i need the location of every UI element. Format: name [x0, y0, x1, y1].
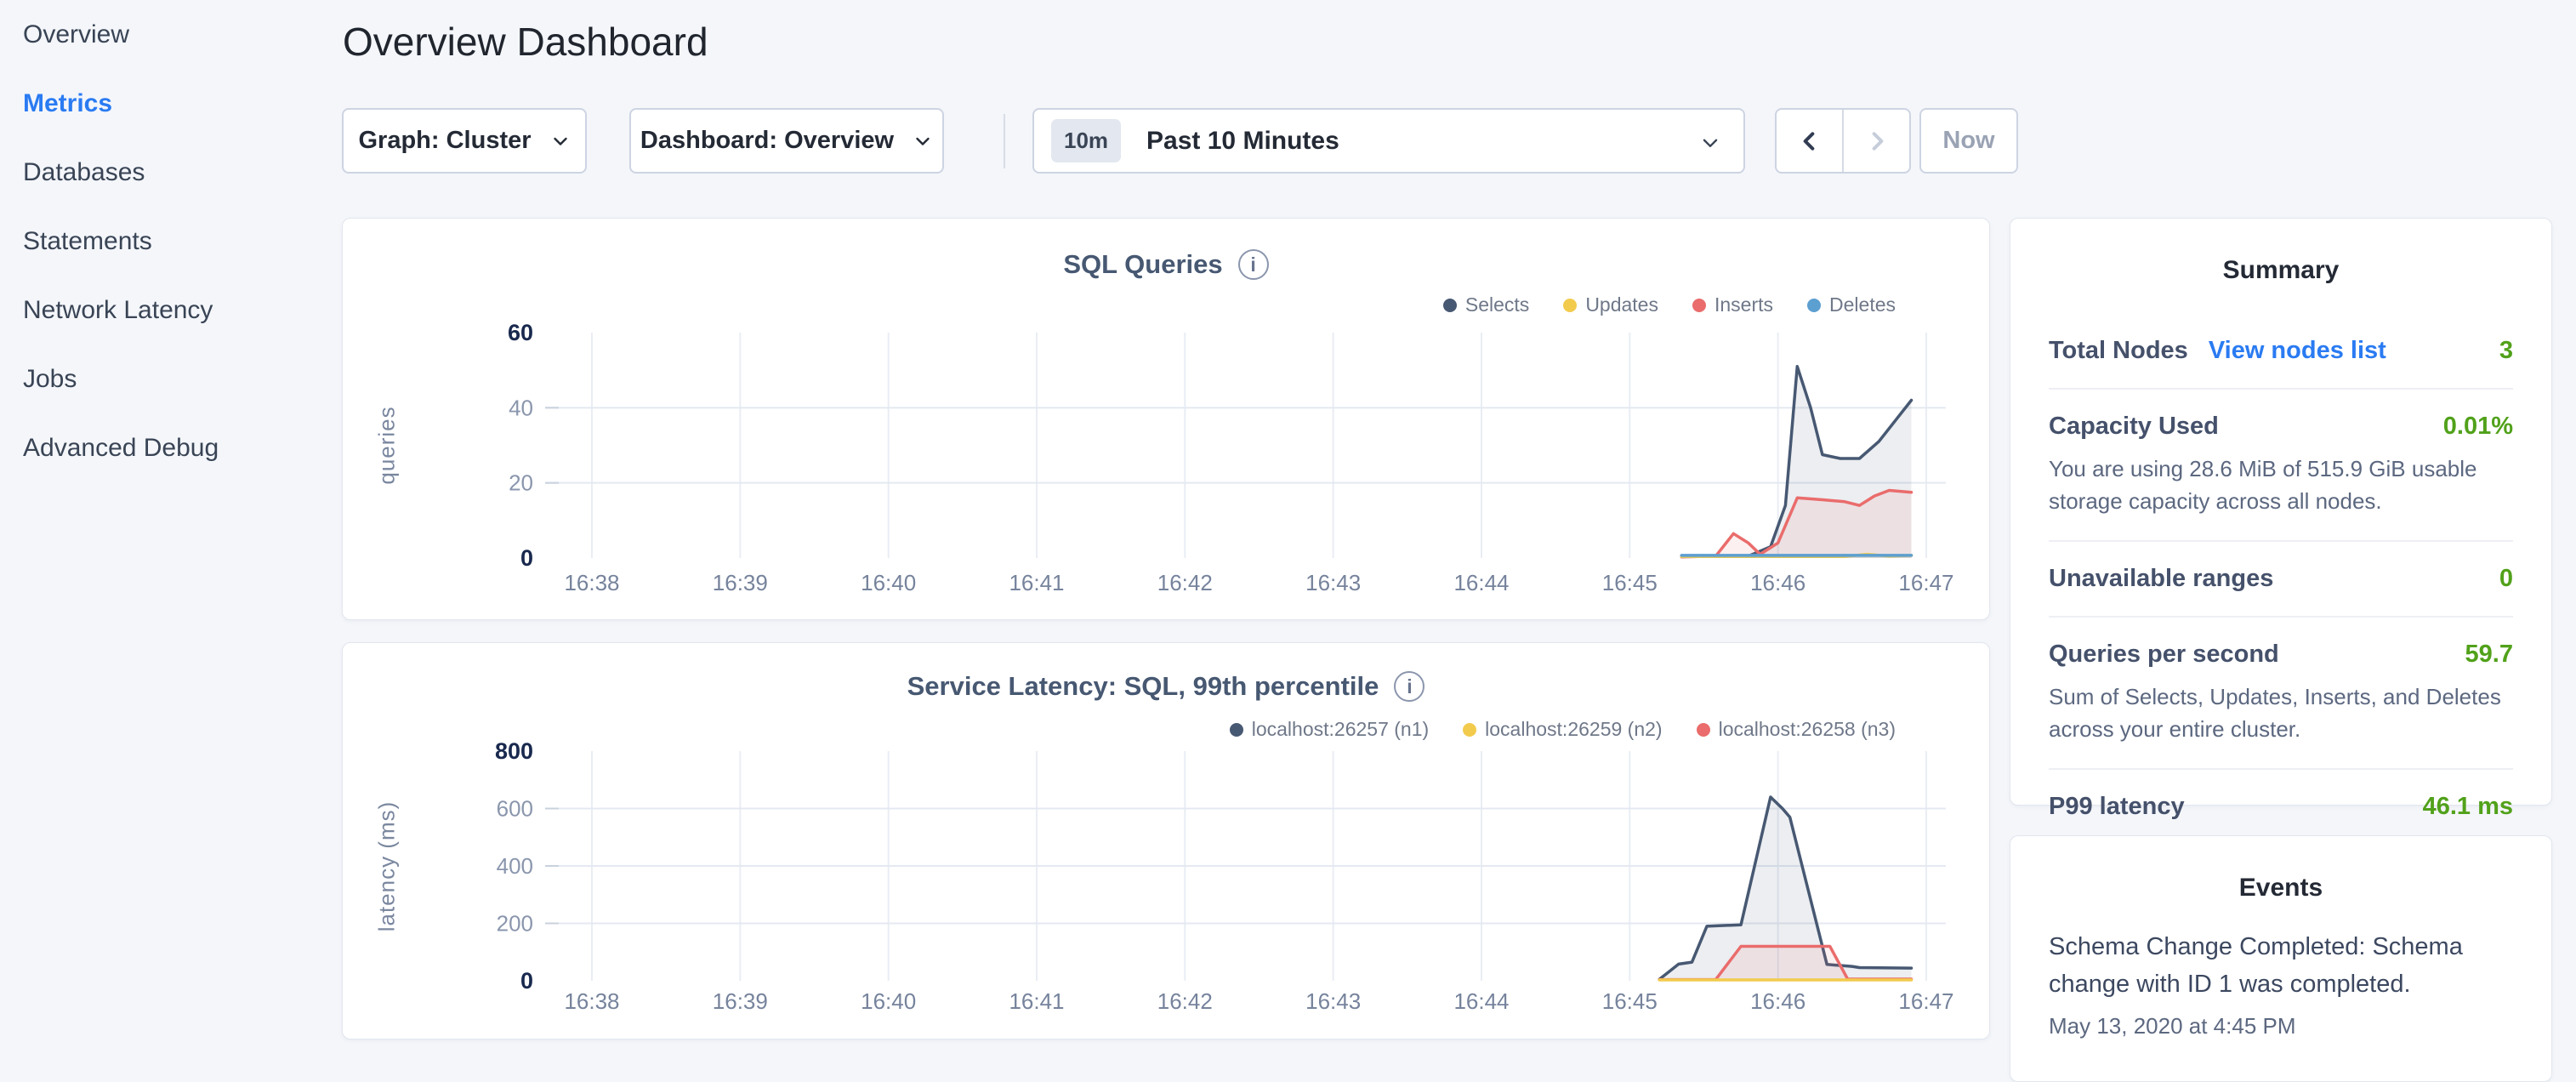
service-latency-chart-card: Service Latency: SQL, 99th percentilei l…: [342, 642, 1990, 1039]
svg-text:16:43: 16:43: [1305, 570, 1361, 595]
sidebar: Overview Metrics Databases Statements Ne…: [0, 0, 342, 482]
chevron-down-icon: [913, 131, 933, 151]
time-forward-button[interactable]: [1842, 110, 1909, 172]
time-window-label: Past 10 Minutes: [1146, 127, 1339, 156]
now-button[interactable]: Now: [1919, 108, 2018, 174]
chevron-left-icon: [1796, 128, 1823, 155]
svg-text:800: 800: [495, 738, 533, 764]
time-window-dropdown[interactable]: 10m Past 10 Minutes: [1032, 108, 1745, 174]
controls-divider: [1004, 114, 1005, 168]
svg-text:400: 400: [497, 853, 533, 879]
summary-row-p99-latency: P99 latency 46.1 ms: [2049, 770, 2513, 844]
summary-row-queries-per-second: Queries per second 59.7 Sum of Selects, …: [2049, 618, 2513, 770]
time-backward-button[interactable]: [1777, 110, 1842, 172]
summary-row-total-nodes: Total Nodes View nodes list 3: [2049, 314, 2513, 390]
graph-scope-dropdown[interactable]: Graph: Cluster: [342, 108, 587, 174]
events-panel: Events Schema Change Completed: Schema c…: [2010, 835, 2552, 1082]
summary-value: 3: [2499, 337, 2513, 365]
legend-dot-icon: [1463, 723, 1476, 737]
svg-text:16:39: 16:39: [713, 988, 768, 1014]
summary-description: You are using 28.6 MiB of 515.9 GiB usab…: [2049, 453, 2513, 517]
legend-dot-icon: [1697, 723, 1710, 737]
page-title: Overview Dashboard: [343, 19, 708, 65]
sidebar-item-statements[interactable]: Statements: [0, 207, 342, 276]
sql-queries-plot: 0 20 40 60 16:38 16:39 16:40 16:41 16:42 16:43 16:…: [343, 312, 1991, 606]
summary-panel: Summary Total Nodes View nodes list 3 Ca…: [2010, 218, 2552, 806]
view-nodes-list-link[interactable]: View nodes list: [2209, 337, 2386, 365]
svg-text:16:44: 16:44: [1453, 570, 1509, 595]
legend-dot-icon: [1563, 299, 1577, 312]
svg-text:40: 40: [509, 395, 533, 420]
svg-text:16:47: 16:47: [1898, 988, 1953, 1014]
svg-text:0: 0: [520, 545, 533, 571]
controls-bar: Graph: Cluster Dashboard: Overview 10m P…: [342, 108, 2018, 174]
svg-text:16:40: 16:40: [861, 570, 916, 595]
time-window-badge: 10m: [1051, 119, 1121, 162]
legend-dot-icon: [1443, 299, 1457, 312]
svg-text:16:45: 16:45: [1602, 570, 1658, 595]
svg-text:16:44: 16:44: [1453, 988, 1509, 1014]
info-icon[interactable]: i: [1238, 249, 1269, 280]
sidebar-item-overview[interactable]: Overview: [0, 0, 342, 69]
svg-text:16:41: 16:41: [1009, 570, 1064, 595]
dashboard-label: Dashboard: Overview: [640, 127, 894, 155]
summary-value: 46.1 ms: [2423, 793, 2513, 821]
time-step-buttons: [1775, 108, 1911, 174]
svg-text:16:42: 16:42: [1157, 988, 1213, 1014]
legend-dot-icon: [1692, 299, 1706, 312]
event-timestamp: May 13, 2020 at 4:45 PM: [2049, 1013, 2513, 1039]
info-icon[interactable]: i: [1394, 671, 1424, 702]
legend-dot-icon: [1807, 299, 1821, 312]
svg-text:60: 60: [508, 320, 533, 345]
service-latency-plot: 0 200 400 600 800 16:38 16:39 16:40 16:41 16:42 16…: [343, 737, 1991, 1022]
summary-label: Unavailable ranges: [2049, 565, 2273, 593]
events-title: Events: [2010, 836, 2551, 923]
sidebar-item-metrics[interactable]: Metrics: [0, 69, 342, 138]
sidebar-item-databases[interactable]: Databases: [0, 138, 342, 207]
chevron-down-icon: [1699, 132, 1721, 154]
summary-value: 0: [2499, 565, 2513, 593]
chevron-down-icon: [550, 131, 571, 151]
svg-text:16:38: 16:38: [564, 570, 619, 595]
svg-text:16:47: 16:47: [1898, 570, 1953, 595]
metrics-page: { "sidebar": { "items": [ {"label": "Ove…: [0, 0, 2576, 1051]
summary-label: Total Nodes: [2049, 337, 2188, 365]
svg-text:16:40: 16:40: [861, 988, 916, 1014]
summary-label: Capacity Used: [2049, 413, 2219, 441]
summary-row-unavailable-ranges: Unavailable ranges 0: [2049, 542, 2513, 618]
summary-value: 59.7: [2465, 641, 2513, 669]
summary-label: Queries per second: [2049, 641, 2279, 669]
chart-title: SQL Queries: [1063, 249, 1222, 280]
event-message: Schema Change Completed: Schema change w…: [2049, 928, 2513, 1003]
sidebar-item-advanced-debug[interactable]: Advanced Debug: [0, 413, 342, 482]
chevron-right-icon: [1863, 128, 1891, 155]
svg-text:20: 20: [509, 470, 533, 496]
sidebar-item-network-latency[interactable]: Network Latency: [0, 276, 342, 345]
svg-text:16:38: 16:38: [564, 988, 619, 1014]
summary-row-capacity-used: Capacity Used 0.01% You are using 28.6 M…: [2049, 390, 2513, 542]
sidebar-item-jobs[interactable]: Jobs: [0, 345, 342, 413]
svg-text:16:43: 16:43: [1305, 988, 1361, 1014]
event-item: Schema Change Completed: Schema change w…: [2049, 928, 2513, 1039]
svg-text:200: 200: [497, 911, 533, 937]
svg-text:16:39: 16:39: [713, 570, 768, 595]
sql-queries-chart-card: SQL Queriesi SelectsUpdatesInsertsDelete…: [342, 218, 1990, 620]
summary-description: Sum of Selects, Updates, Inserts, and De…: [2049, 681, 2513, 745]
svg-text:16:42: 16:42: [1157, 570, 1213, 595]
summary-label: P99 latency: [2049, 793, 2185, 821]
graph-scope-label: Graph: Cluster: [358, 127, 531, 155]
svg-text:16:41: 16:41: [1009, 988, 1064, 1014]
summary-value: 0.01%: [2443, 413, 2513, 441]
svg-text:16:46: 16:46: [1750, 988, 1805, 1014]
chart-title: Service Latency: SQL, 99th percentile: [907, 671, 1379, 702]
svg-text:16:46: 16:46: [1750, 570, 1805, 595]
summary-title: Summary: [2010, 219, 2551, 314]
legend-dot-icon: [1230, 723, 1243, 737]
svg-text:16:45: 16:45: [1602, 988, 1658, 1014]
svg-text:0: 0: [520, 968, 533, 994]
dashboard-dropdown[interactable]: Dashboard: Overview: [629, 108, 944, 174]
svg-text:600: 600: [497, 796, 533, 822]
